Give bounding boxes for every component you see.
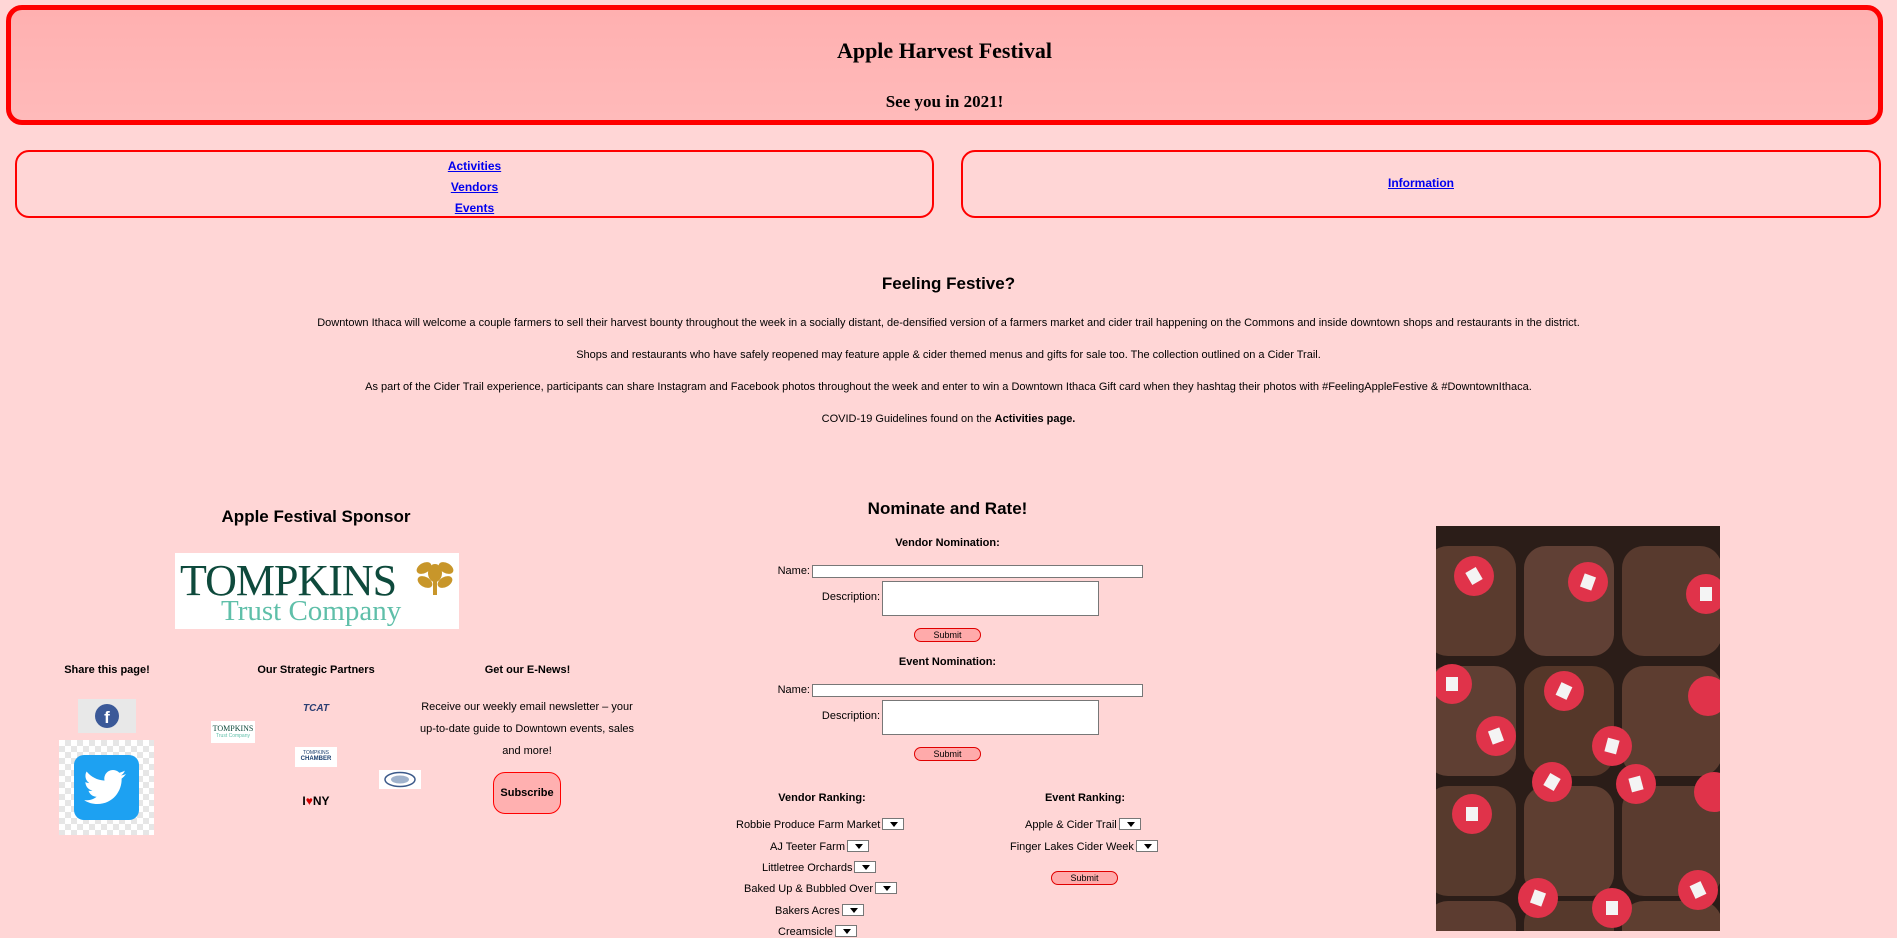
city-seal-icon <box>384 771 416 788</box>
page-title: Apple Harvest Festival <box>836 38 1053 63</box>
header-banner: Apple Harvest Festival See you in 2021! <box>6 5 1883 125</box>
event-nomination-heading: Event Nomination: <box>898 656 997 668</box>
facebook-share-button[interactable]: f <box>78 699 136 733</box>
partner-chamber-bottom: CHAMBER <box>300 756 332 762</box>
vendor-rank-label: Baked Up & Bubbled Over <box>744 883 874 895</box>
partner-tompkins-text: TOMPKINS <box>212 724 254 733</box>
vendor-rank-row: Littletree Orchards <box>762 861 877 874</box>
partner-logo-tompkins[interactable]: TOMPKINS Trust Company <box>211 721 255 743</box>
event-submit-button[interactable]: Submit <box>914 747 981 761</box>
partner-tcat-text: TCAT <box>303 703 329 714</box>
festive-paragraph-3: As part of the Cider Trail experience, p… <box>365 381 1532 393</box>
partner-logo-tcat[interactable]: TCAT <box>295 698 337 720</box>
vendor-rank-select[interactable] <box>875 882 898 895</box>
vendor-rank-select[interactable] <box>847 840 869 853</box>
nav-box-right: Information <box>961 150 1881 218</box>
vendor-rank-select[interactable] <box>841 904 864 917</box>
vendor-rank-row: Robbie Produce Farm Market <box>736 818 905 831</box>
facebook-icon: f <box>95 704 119 728</box>
svg-text:f: f <box>104 708 110 727</box>
vendor-name-input[interactable] <box>812 565 1143 578</box>
event-rank-row: Apple & Cider Trail <box>1025 818 1141 831</box>
vendor-rank-label: Littletree Orchards <box>762 862 853 874</box>
ranking-submit-button[interactable]: Submit <box>1051 871 1118 885</box>
covid-text: COVID-19 Guidelines found on the <box>821 413 995 425</box>
event-ranking-heading: Event Ranking: <box>1044 792 1126 804</box>
enews-heading: Get our E-News! <box>484 664 571 676</box>
vendor-rank-row: Creamsicle <box>778 925 858 938</box>
festive-paragraph-4: COVID-19 Guidelines found on the Activit… <box>0 413 1897 425</box>
event-description-label: Description: <box>821 710 880 722</box>
vendor-rank-row: Bakers Acres <box>775 904 864 917</box>
vendor-rank-label: Robbie Produce Farm Market <box>736 819 881 831</box>
sponsor-heading: Apple Festival Sponsor <box>221 507 411 526</box>
nav-link-information[interactable]: Information <box>963 173 1879 194</box>
heart-icon: ♥ <box>305 794 313 808</box>
event-rank-select[interactable] <box>1135 840 1158 853</box>
partner-logo-i-love-ny[interactable]: I♥NY <box>295 790 337 812</box>
partners-heading: Our Strategic Partners <box>257 664 375 676</box>
tompkins-sponsor-logo[interactable]: TOMPKINS Trust Company <box>175 553 459 629</box>
festive-paragraph-2: Shops and restaurants who have safely re… <box>576 349 1321 361</box>
festive-heading: Feeling Festive? <box>881 274 1016 293</box>
vendor-rank-select[interactable] <box>835 925 858 938</box>
cider-jugs-photo <box>1436 526 1720 931</box>
nav-link-events[interactable]: Events <box>17 198 932 219</box>
partner-iloveny-ny: NY <box>312 794 330 808</box>
nominate-heading: Nominate and Rate! <box>867 499 1028 518</box>
vendor-description-textarea[interactable] <box>882 581 1099 616</box>
partner-logo-chamber[interactable]: TOMPKINS CHAMBER <box>295 747 337 767</box>
festive-paragraph-1: Downtown Ithaca will welcome a couple fa… <box>317 317 1580 329</box>
vendor-rank-select[interactable] <box>854 861 877 874</box>
cider-jugs-image <box>1436 526 1720 931</box>
vendor-rank-select[interactable] <box>882 818 905 831</box>
vendor-description-label: Description: <box>821 591 880 603</box>
enews-description: Receive our weekly email newsletter – yo… <box>419 701 635 757</box>
share-heading: Share this page! <box>64 664 150 676</box>
event-description-textarea[interactable] <box>882 700 1099 735</box>
nav-link-activities[interactable]: Activities <box>17 156 932 177</box>
vendor-rank-row: Baked Up & Bubbled Over <box>744 882 898 895</box>
vendor-nomination-heading: Vendor Nomination: <box>895 537 1000 549</box>
vendor-rank-label: Creamsicle <box>778 926 834 938</box>
event-rank-row: Finger Lakes Cider Week <box>1010 840 1158 853</box>
subscribe-button[interactable]: Subscribe <box>493 772 561 814</box>
vendor-rank-row: AJ Teeter Farm <box>770 840 869 853</box>
vendor-rank-label: Bakers Acres <box>775 905 840 917</box>
nav-link-vendors[interactable]: Vendors <box>17 177 932 198</box>
vendor-rank-label: AJ Teeter Farm <box>770 841 845 853</box>
event-rank-select[interactable] <box>1118 818 1141 831</box>
partner-logo-seal[interactable] <box>379 770 421 789</box>
activities-page-link[interactable]: Activities page. <box>995 413 1076 425</box>
event-rank-label: Apple & Cider Trail <box>1025 819 1117 831</box>
event-name-input[interactable] <box>812 684 1143 697</box>
vendor-ranking-heading: Vendor Ranking: <box>778 792 866 804</box>
logo-line-2: Trust Company <box>221 595 402 627</box>
twitter-icon <box>74 755 139 820</box>
nav-box-left: Activities Vendors Events <box>15 150 934 218</box>
twitter-share-button[interactable] <box>59 740 154 835</box>
page-subtitle: See you in 2021! <box>885 92 1004 111</box>
event-rank-label: Finger Lakes Cider Week <box>1010 841 1134 853</box>
event-name-label: Name: <box>777 684 810 696</box>
vendor-name-label: Name: <box>777 565 810 577</box>
vendor-submit-button[interactable]: Submit <box>914 628 981 642</box>
partner-trust-text: Trust Company <box>216 733 250 739</box>
acorn-seal-icon <box>416 562 454 595</box>
